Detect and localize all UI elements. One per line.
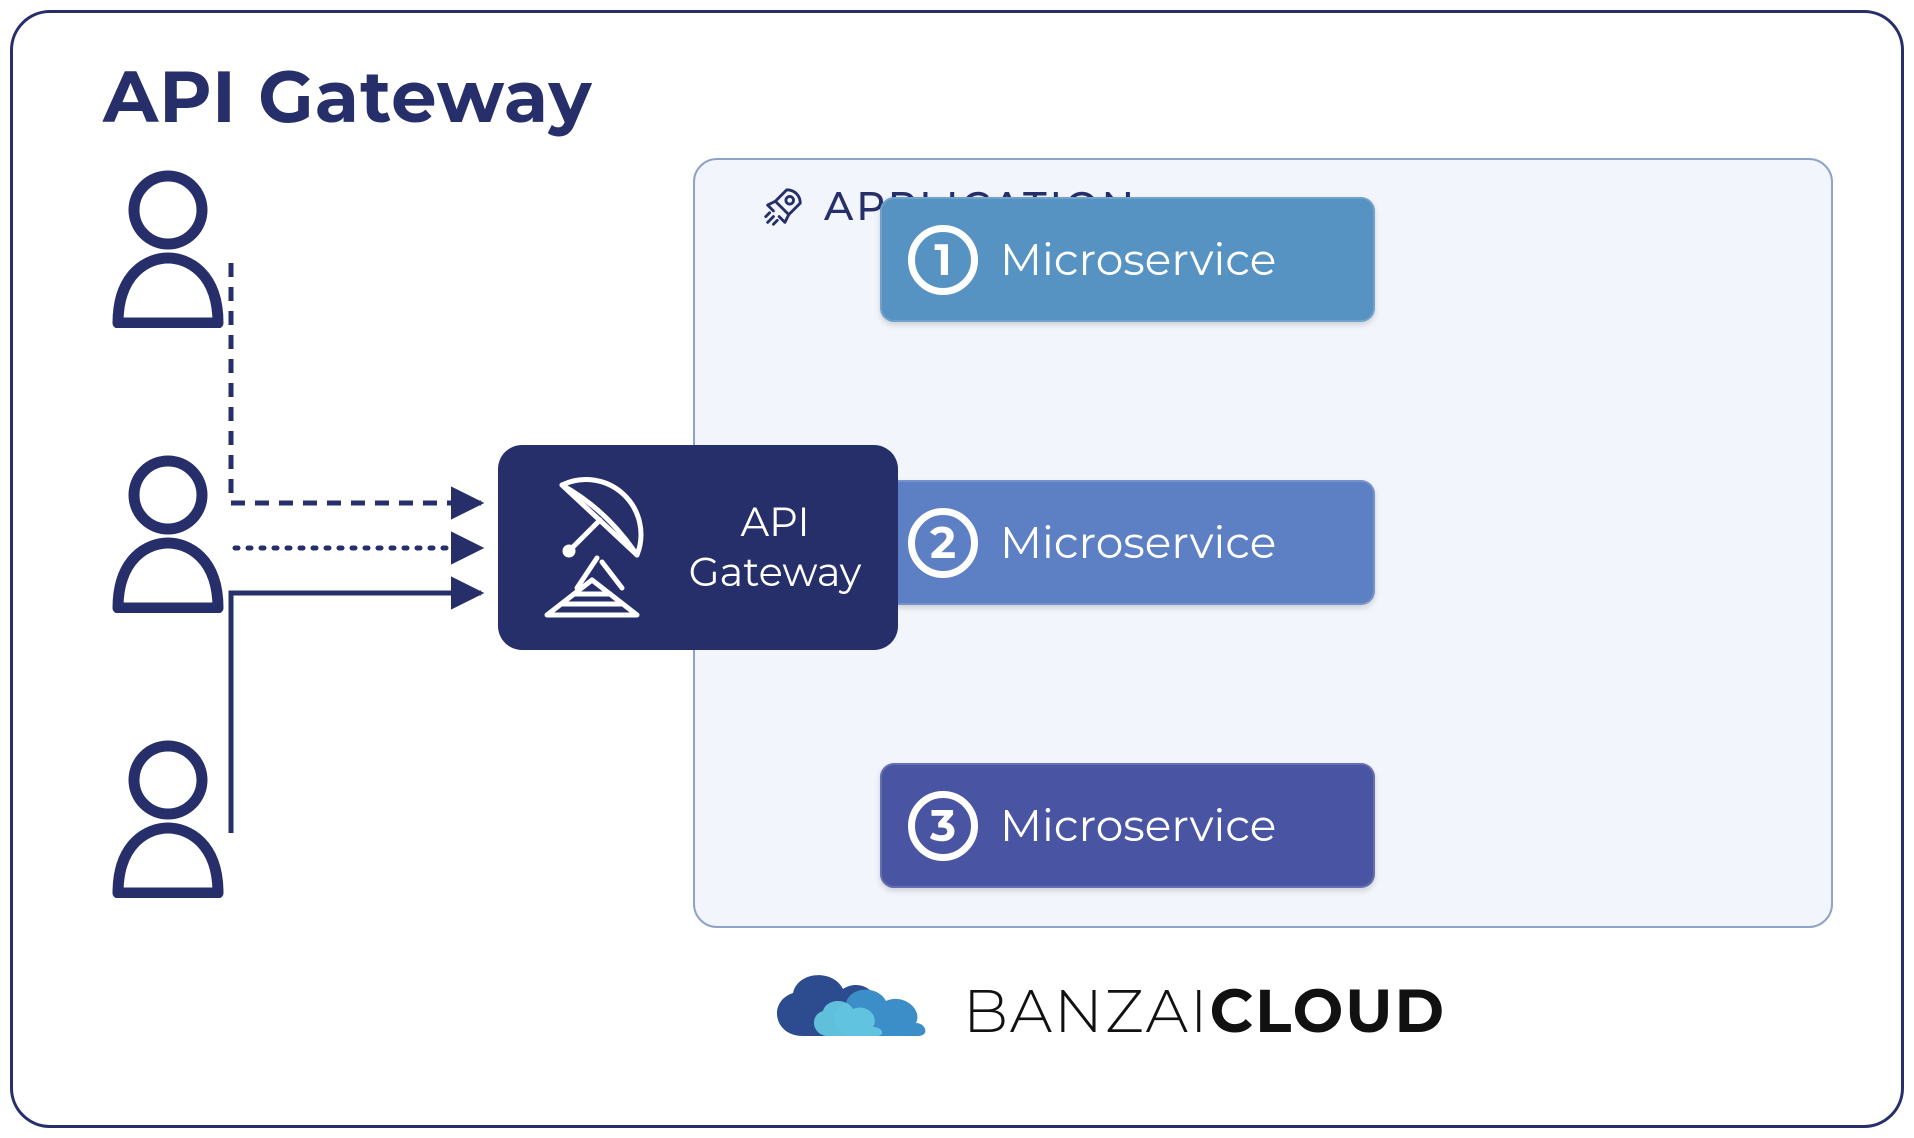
- microservice-2: 2 Microservice: [880, 480, 1375, 605]
- microservice-1-label: Microservice: [1000, 233, 1276, 287]
- diagram-frame: API Gateway: [10, 10, 1904, 1128]
- banzaicloud-logo-icon: [758, 961, 933, 1061]
- rocket-icon: [760, 184, 806, 230]
- microservice-3-number: 3: [908, 791, 978, 861]
- microservice-3: 3 Microservice: [880, 763, 1375, 888]
- api-gateway-box: API Gateway: [498, 445, 898, 650]
- branding-text: BANZAICLOUD: [963, 975, 1446, 1048]
- branding: BANZAICLOUD: [758, 961, 1446, 1061]
- microservice-2-label: Microservice: [1000, 516, 1276, 570]
- microservice-2-number: 2: [908, 508, 978, 578]
- microservice-3-label: Microservice: [1000, 799, 1276, 853]
- microservice-1-number: 1: [908, 225, 978, 295]
- satellite-dish-icon: [522, 470, 662, 625]
- api-gateway-label: API Gateway: [680, 498, 870, 598]
- microservice-1: 1 Microservice: [880, 197, 1375, 322]
